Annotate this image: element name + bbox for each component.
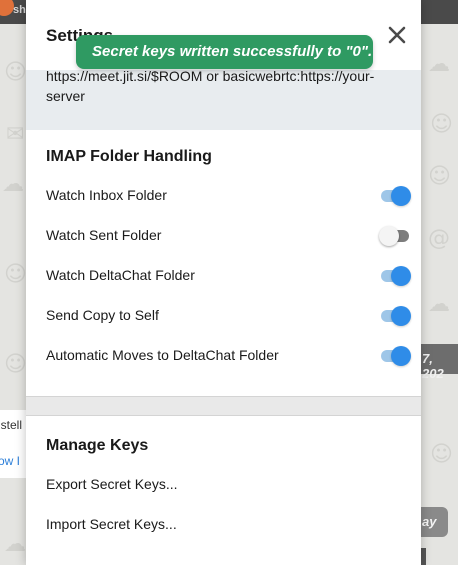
send-copy-to-self-toggle[interactable] xyxy=(381,306,411,326)
doodle-icon: ☺ xyxy=(430,112,453,137)
close-icon xyxy=(388,26,406,44)
success-toast[interactable]: Secret keys written successfully to "0". xyxy=(76,35,373,69)
setting-label: Automatic Moves to DeltaChat Folder xyxy=(46,347,279,363)
user-name: sh xyxy=(13,4,26,16)
video-chat-help-text: https://meet.jit.si/$ROOM or basicwebrtc… xyxy=(46,70,375,104)
watch-inbox-toggle[interactable] xyxy=(381,186,411,206)
at-doodle-icon: @ xyxy=(428,226,450,251)
date-label: 7, 202 xyxy=(422,351,444,381)
close-button[interactable] xyxy=(382,20,412,50)
contact-name: istell xyxy=(0,418,23,432)
background-button-label: ay xyxy=(422,514,437,529)
setting-label: Watch Sent Folder xyxy=(46,227,162,243)
doodle-icon: ☺ xyxy=(430,442,453,467)
doodle-icon: ☁ xyxy=(428,52,450,77)
import-secret-keys-label: Import Secret Keys... xyxy=(46,516,177,532)
setting-automatic-moves: Automatic Moves to DeltaChat Folder xyxy=(26,336,421,376)
video-chat-help-box: https://meet.jit.si/$ROOM or basicwebrtc… xyxy=(26,70,421,130)
watch-deltachat-toggle[interactable] xyxy=(381,266,411,286)
imap-section-title: IMAP Folder Handling xyxy=(46,148,212,165)
export-secret-keys-button[interactable]: Export Secret Keys... xyxy=(26,465,421,505)
doodle-icon: ☁ xyxy=(428,292,450,317)
setting-label: Send Copy to Self xyxy=(46,307,159,323)
manage-keys-section-title: Manage Keys xyxy=(46,437,149,454)
doodle-icon: ☺ xyxy=(4,352,27,377)
setting-label: Watch Inbox Folder xyxy=(46,187,167,203)
automatic-moves-toggle[interactable] xyxy=(381,346,411,366)
watch-sent-toggle[interactable] xyxy=(379,226,411,246)
setting-send-copy-to-self: Send Copy to Self xyxy=(26,296,421,336)
doodle-icon: ☺ xyxy=(428,164,451,189)
import-secret-keys-button[interactable]: Import Secret Keys... xyxy=(26,505,421,545)
avatar[interactable] xyxy=(0,0,14,16)
setting-watch-deltachat: Watch DeltaChat Folder xyxy=(26,256,421,296)
section-divider xyxy=(26,396,421,416)
doodle-icon: ☁ xyxy=(4,532,26,557)
setting-watch-inbox: Watch Inbox Folder xyxy=(26,176,421,216)
toast-message: Secret keys written successfully to "0". xyxy=(92,43,373,60)
settings-dialog: Settings https://meet.jit.si/$ROOM or ba… xyxy=(26,0,421,565)
setting-label: Watch DeltaChat Folder xyxy=(46,267,195,283)
mail-doodle-icon: ✉ xyxy=(6,122,25,147)
contact-link[interactable]: ow I xyxy=(0,454,20,468)
setting-watch-sent: Watch Sent Folder xyxy=(26,216,421,256)
export-secret-keys-label: Export Secret Keys... xyxy=(46,476,178,492)
doodle-icon: ☺ xyxy=(4,60,27,85)
doodle-icon: ☁ xyxy=(2,172,24,197)
doodle-icon: ☺ xyxy=(4,262,27,287)
